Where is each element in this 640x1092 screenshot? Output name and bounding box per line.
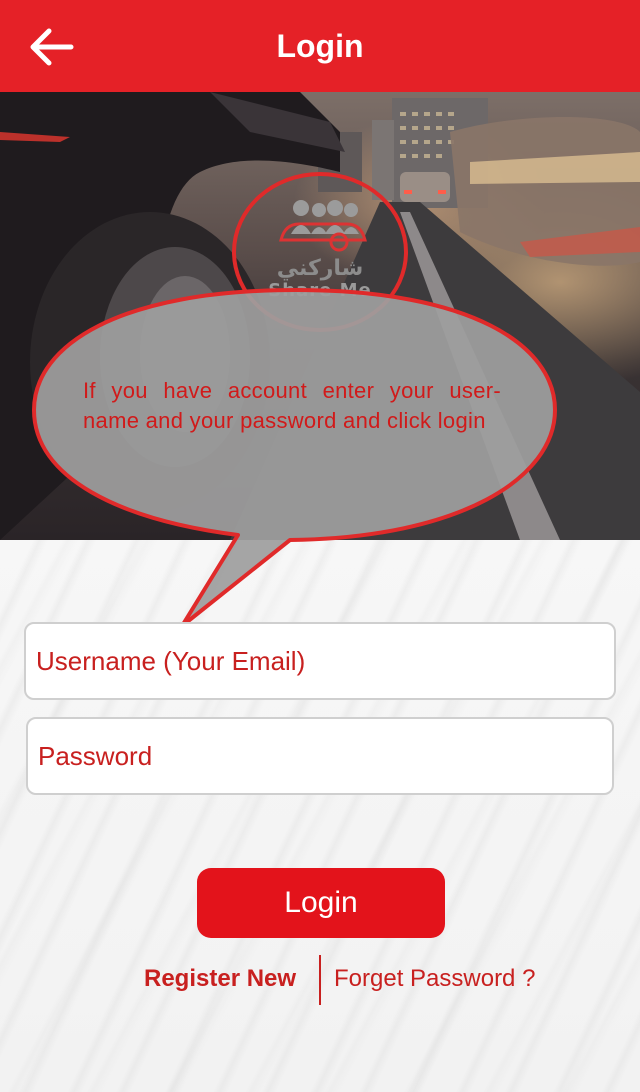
forget-password-link[interactable]: Forget Password ? (334, 965, 535, 993)
register-new-link[interactable]: Register New (144, 965, 296, 993)
logo-latin-text: Share Me (268, 280, 372, 301)
login-screen: Login شاركني Share Me If you have accoun… (0, 0, 640, 1092)
tooltip-text: If you have account enter your user-name… (83, 378, 501, 433)
logo-arabic-text: شاركني (276, 256, 364, 281)
login-button[interactable]: Login (197, 868, 445, 938)
hero-image: شاركني Share Me (0, 92, 640, 540)
arrow-left-icon (30, 28, 74, 66)
auth-links: Register New Forget Password ? (0, 953, 640, 1005)
page-title: Login (276, 27, 364, 64)
back-button[interactable] (22, 22, 80, 72)
app-logo: شاركني Share Me (232, 172, 408, 332)
app-header: Login (0, 0, 640, 92)
username-input[interactable] (24, 622, 616, 700)
carpool-people-car-icon (279, 200, 367, 252)
password-input[interactable] (26, 717, 614, 795)
link-divider (319, 955, 321, 1005)
